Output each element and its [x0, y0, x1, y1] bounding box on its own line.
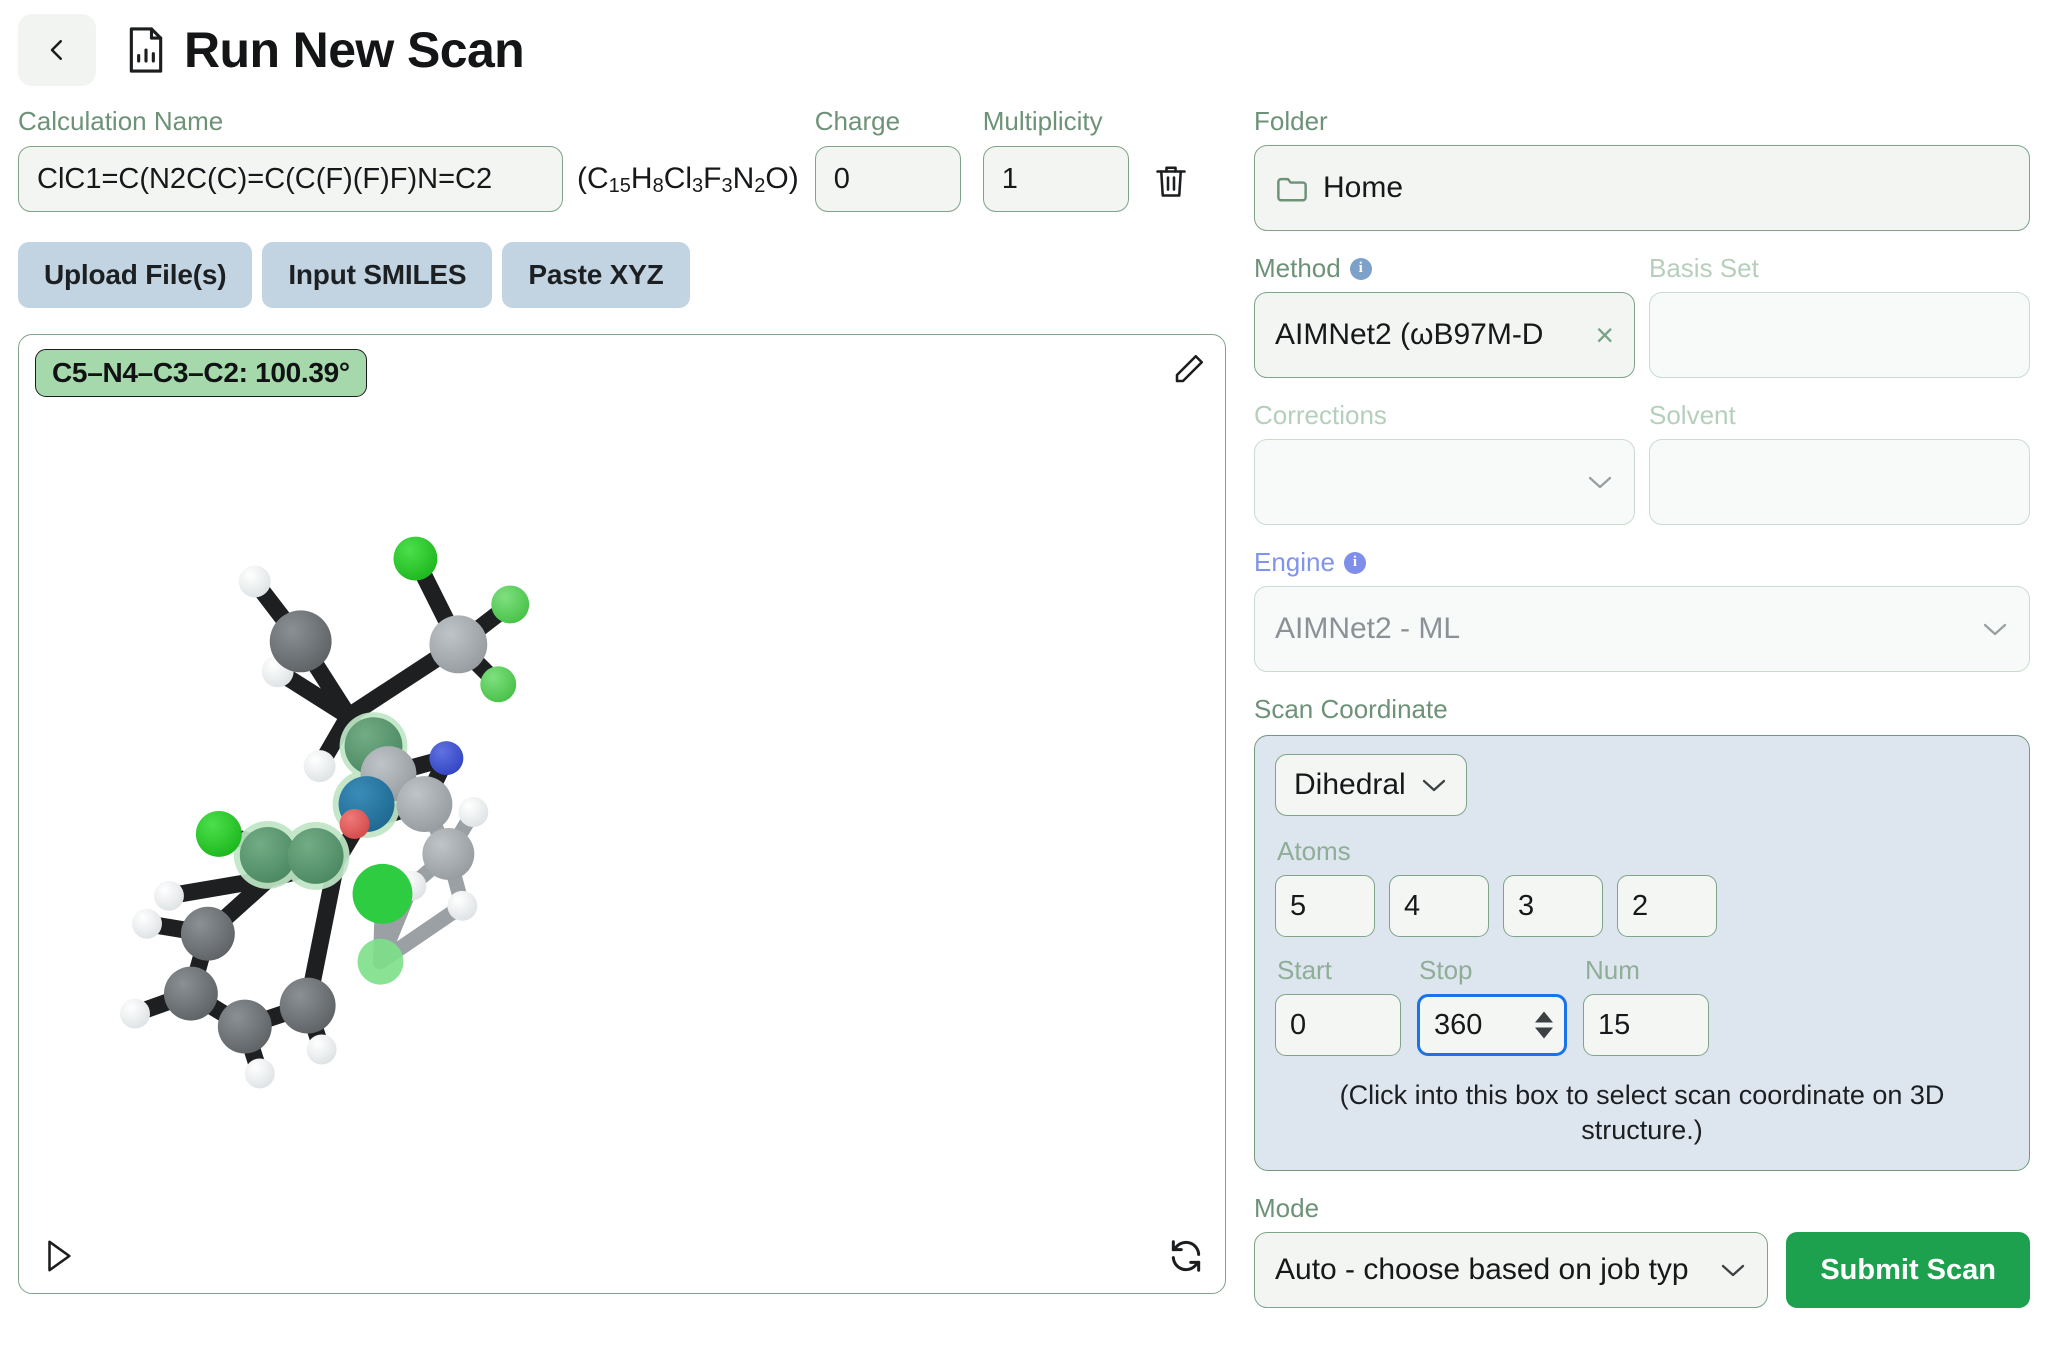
basis-set-label: Basis Set	[1649, 253, 1759, 283]
num-label: Num	[1585, 955, 1640, 985]
input-smiles-button[interactable]: Input SMILES	[262, 242, 493, 309]
atom-highlight-c3	[239, 827, 296, 884]
paste-xyz-button[interactable]: Paste XYZ	[502, 242, 690, 309]
play-icon	[48, 1240, 71, 1272]
range-inputs-row	[1275, 994, 2009, 1056]
mode-value: Auto - choose based on job typ	[1275, 1253, 1689, 1287]
trash-icon	[1155, 166, 1186, 197]
dihedral-value-badge: C5–N4–C3–C2: 100.39°	[35, 349, 367, 398]
play-animation-button[interactable]	[41, 1237, 75, 1275]
right-column: Folder Home Method i AIMNet2 (ωB97M-D ×	[1254, 106, 2030, 1309]
num-input[interactable]	[1583, 994, 1709, 1056]
atoms-row	[1275, 875, 2009, 937]
input-method-buttons: Upload File(s) Input SMILES Paste XYZ	[18, 242, 1228, 309]
engine-value: AIMNet2 - ML	[1275, 612, 1461, 645]
chevron-down-icon	[1586, 473, 1614, 491]
method-group: Method i AIMNet2 (ωB97M-D ×	[1254, 253, 1635, 378]
calculation-name-label: Calculation Name	[18, 106, 224, 136]
molecular-formula: (C15H8Cl3F3N2O)	[577, 162, 799, 198]
upload-files-button[interactable]: Upload File(s)	[18, 242, 253, 309]
folder-value: Home	[1323, 171, 1404, 204]
multiplicity-group: Multiplicity	[982, 106, 1129, 213]
spinner-arrows-icon[interactable]	[1535, 1011, 1553, 1039]
method-select[interactable]: AIMNet2 (ωB97M-D ×	[1254, 292, 1635, 378]
atom-input-3[interactable]	[1503, 875, 1603, 937]
corrections-group: Corrections	[1254, 400, 1635, 525]
solvent-group: Solvent	[1649, 400, 2030, 525]
charge-group: Charge	[814, 106, 961, 213]
atom-chlorine	[393, 536, 438, 581]
reset-view-button[interactable]	[1167, 1237, 1205, 1275]
chevron-left-icon	[50, 40, 62, 60]
delete-molecule-button[interactable]	[1153, 162, 1189, 202]
title-wrap: Run New Scan	[124, 21, 525, 79]
engine-label: Engine i	[1254, 547, 2030, 578]
info-icon[interactable]: i	[1349, 257, 1372, 280]
range-labels: Start Stop Num	[1277, 955, 2009, 986]
folder-label: Folder	[1254, 106, 1328, 136]
method-label-text: Method	[1254, 253, 1341, 283]
method-label: Method i	[1254, 253, 1635, 284]
folder-select[interactable]: Home	[1254, 145, 2030, 231]
back-button[interactable]	[18, 14, 96, 86]
basis-set-select[interactable]	[1649, 292, 2030, 378]
stop-label: Stop	[1419, 955, 1473, 985]
scan-coordinate-label: Scan Coordinate	[1254, 694, 1448, 724]
atoms-label: Atoms	[1277, 836, 1351, 866]
coordinate-type-select[interactable]: Dihedral	[1275, 754, 1467, 816]
basis-set-group: Basis Set	[1649, 253, 2030, 378]
start-label: Start	[1277, 955, 1332, 985]
document-chart-icon	[124, 26, 168, 74]
folder-icon	[1275, 173, 1309, 203]
stop-stepper[interactable]	[1417, 994, 1567, 1056]
engine-label-text: Engine	[1254, 547, 1335, 577]
method-basis-row: Method i AIMNet2 (ωB97M-D × Basis Set	[1254, 253, 2030, 378]
engine-select[interactable]: AIMNet2 - ML	[1254, 586, 2030, 672]
mode-select[interactable]: Auto - choose based on job typ	[1254, 1232, 1769, 1309]
solvent-select[interactable]	[1649, 439, 2030, 525]
calculation-name-input[interactable]	[18, 146, 563, 213]
left-column: Calculation Name (C15H8Cl3F3N2O) Charge …	[18, 106, 1228, 1295]
charge-label: Charge	[814, 106, 901, 136]
mode-group: Mode Auto - choose based on job typ	[1254, 1193, 1769, 1309]
mode-submit-row: Mode Auto - choose based on job typ Subm…	[1254, 1193, 2030, 1309]
submit-scan-button[interactable]: Submit Scan	[1786, 1232, 2030, 1309]
name-charge-row: Calculation Name (C15H8Cl3F3N2O) Charge …	[18, 106, 1228, 213]
engine-group: Engine i AIMNet2 - ML	[1254, 547, 2030, 672]
start-input[interactable]	[1275, 994, 1401, 1056]
mode-label: Mode	[1254, 1193, 1320, 1224]
atom-input-4[interactable]	[1617, 875, 1717, 937]
scan-coordinate-group: Scan Coordinate Dihedral Atoms Start	[1254, 694, 2030, 1172]
solvent-label: Solvent	[1649, 400, 1736, 430]
pencil-icon	[1175, 355, 1204, 383]
molecule-3d-render	[120, 536, 530, 1089]
page-header: Run New Scan	[0, 0, 2048, 100]
info-icon[interactable]: i	[1343, 551, 1366, 574]
clear-method-icon[interactable]: ×	[1595, 319, 1614, 351]
molecule-viewer[interactable]: C5–N4–C3–C2: 100.39°	[18, 334, 1226, 1295]
page-title: Run New Scan	[184, 22, 525, 78]
corrections-select[interactable]	[1254, 439, 1635, 525]
corrections-solvent-row: Corrections Solvent	[1254, 400, 2030, 525]
atom-input-1[interactable]	[1275, 875, 1375, 937]
multiplicity-input[interactable]	[982, 146, 1129, 213]
folder-group: Folder Home	[1254, 106, 2030, 231]
chevron-down-icon	[1981, 620, 2009, 638]
run-new-scan-page: Run New Scan Calculation Name (C15H8Cl3F…	[0, 0, 2048, 1358]
coordinate-type-value: Dihedral	[1294, 768, 1406, 801]
refresh-icon	[1171, 1240, 1201, 1272]
charge-input[interactable]	[814, 146, 961, 213]
method-value: AIMNet2 (ωB97M-D	[1275, 318, 1544, 351]
corrections-label: Corrections	[1254, 400, 1387, 430]
chevron-down-icon	[1719, 1261, 1747, 1279]
calculation-name-group: Calculation Name	[18, 106, 563, 213]
atom-input-2[interactable]	[1389, 875, 1489, 937]
chevron-down-icon	[1420, 776, 1448, 794]
scan-coordinate-hint: (Click into this box to select scan coor…	[1339, 1080, 1945, 1146]
multiplicity-label: Multiplicity	[982, 106, 1103, 136]
scan-coordinate-panel[interactable]: Dihedral Atoms Start Stop Num	[1254, 735, 2030, 1172]
edit-molecule-button[interactable]	[1171, 351, 1207, 387]
atom-highlight-c2	[287, 828, 344, 885]
atom-nitrogen	[429, 741, 464, 776]
